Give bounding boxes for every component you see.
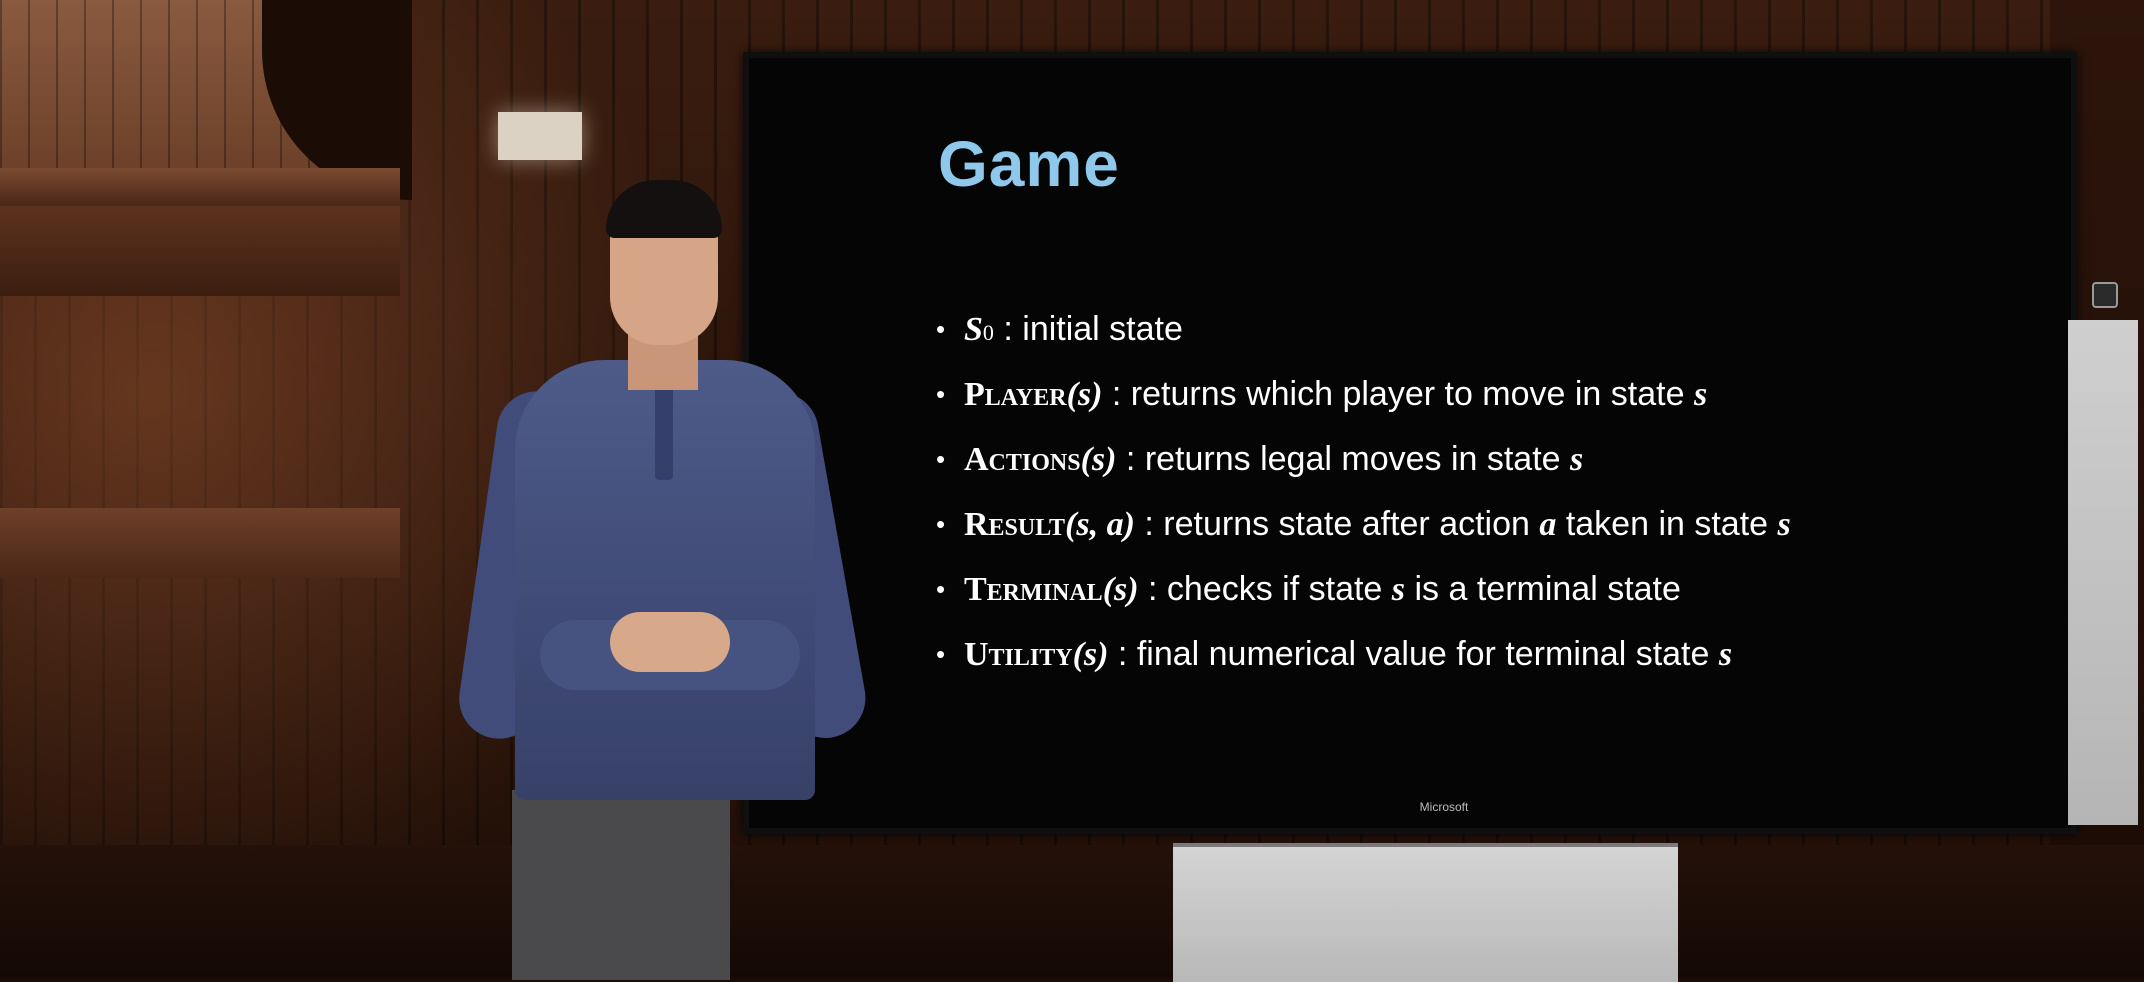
- function-name: Player: [964, 376, 1067, 413]
- floor-shadow: [0, 845, 2144, 978]
- bullet-actions: • Actions(s) : returns legal moves in sta…: [936, 433, 2016, 498]
- tv-stand: [1173, 843, 1678, 982]
- bullet-description-cont: is a terminal state: [1405, 570, 1681, 608]
- bullet-description-cont: taken in state: [1556, 505, 1778, 543]
- state-variable: s: [1391, 571, 1406, 608]
- slide-bullet-list: • S0 : initial state • Player(s) : returns…: [936, 303, 2016, 693]
- function-args: (s): [1102, 571, 1139, 608]
- bullet-result: • Result(s, a) : returns state after acti…: [936, 498, 2016, 563]
- bullet-dot: •: [936, 379, 946, 409]
- function-name: Actions: [964, 441, 1081, 478]
- state-variable: s: [1570, 441, 1584, 478]
- wood-chair-rail: [0, 508, 400, 578]
- bullet-dot: •: [936, 574, 946, 604]
- bullet-dot: •: [936, 639, 946, 669]
- bullet-initial-state: • S0 : initial state: [936, 303, 2016, 368]
- tv-brand-logo: Microsoft: [1419, 800, 1469, 814]
- state-variable: s: [1777, 506, 1791, 543]
- function-args: (s, a): [1065, 506, 1135, 543]
- state-variable: s: [1693, 376, 1708, 413]
- function-args: (s): [1072, 636, 1109, 673]
- bullet-description: : returns legal moves in state: [1116, 440, 1571, 478]
- camera-icon: [2092, 282, 2118, 308]
- bullet-utility: • Utility(s) : final numerical value for …: [936, 628, 2016, 693]
- function-name: Result: [964, 506, 1066, 543]
- bullet-description: : checks if state: [1138, 570, 1392, 608]
- function-args: (s): [1080, 441, 1117, 478]
- side-panel: [2068, 320, 2138, 825]
- presenter-left-leg: [512, 790, 622, 980]
- bullet-dot: •: [936, 314, 946, 344]
- wall-lamp: [498, 112, 582, 160]
- state-subscript: 0: [982, 320, 994, 345]
- wood-cornice-lower: [0, 206, 400, 296]
- bullet-description: : initial state: [993, 310, 1183, 348]
- bullet-description: : returns state after action: [1134, 505, 1540, 543]
- function-name: Terminal: [964, 571, 1103, 608]
- wood-cornice: [0, 168, 400, 206]
- slide-title: Game: [938, 128, 1120, 200]
- action-variable: a: [1539, 506, 1557, 543]
- bullet-dot: •: [936, 509, 946, 539]
- bullet-description: : returns which player to move in state: [1102, 375, 1694, 413]
- bullet-description: : final numerical value for terminal sta…: [1108, 635, 1719, 673]
- function-args: (s): [1066, 376, 1103, 413]
- function-name: Utility: [964, 636, 1073, 673]
- presenter-hands: [610, 612, 730, 672]
- sweater-placket: [655, 380, 673, 480]
- bullet-dot: •: [936, 444, 946, 474]
- presenter-hair: [606, 180, 722, 238]
- state-variable: s: [1718, 636, 1733, 673]
- presenter: [454, 180, 900, 980]
- bullet-terminal: • Terminal(s) : checks if state s is a te…: [936, 563, 2016, 628]
- bullet-player: • Player(s) : returns which player to mov…: [936, 368, 2016, 433]
- presenter-right-leg: [620, 790, 730, 980]
- state-symbol: S: [964, 311, 983, 348]
